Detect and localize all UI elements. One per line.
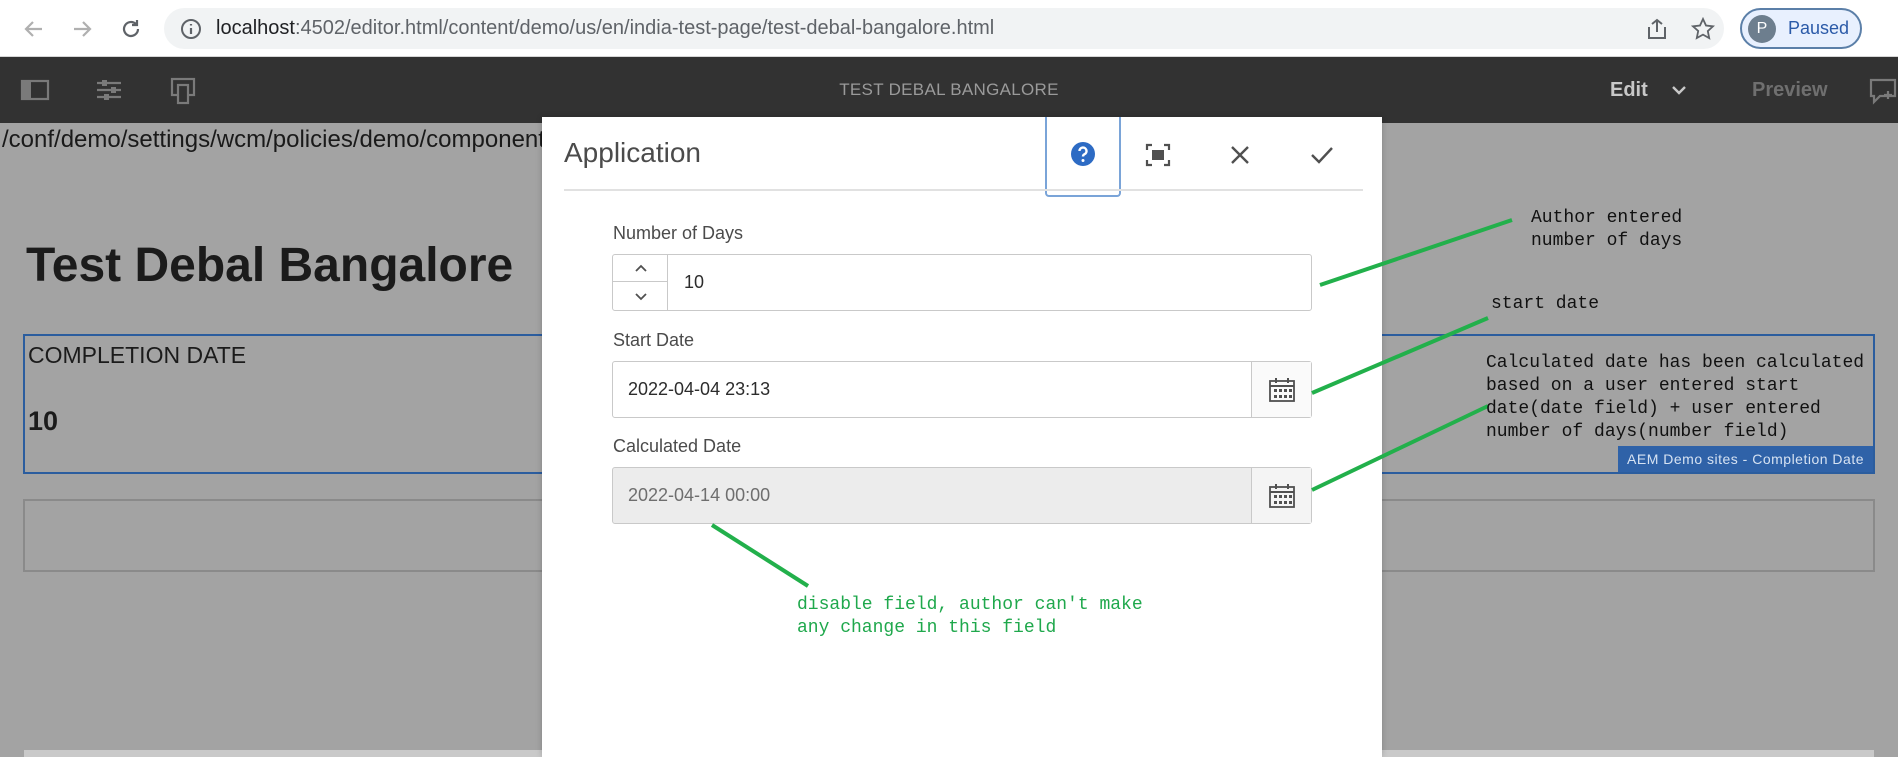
start-date-calendar-button[interactable] — [1251, 362, 1311, 417]
start-date-label: Start Date — [613, 330, 695, 350]
url-text[interactable]: localhost:4502/editor.html/content/demo/… — [216, 8, 994, 49]
annotation-calculated: Calculated date has been calculated base… — [1486, 353, 1865, 442]
address-bar[interactable]: localhost:4502/editor.html/content/demo/… — [164, 8, 1724, 49]
policy-path-text: /conf/demo/settings/wcm/policies/demo/co… — [2, 126, 545, 153]
days-number-field[interactable]: 10 — [612, 254, 1312, 311]
calculated-date-field: 2022-04-14 00:00 — [612, 467, 1312, 524]
editor-toolbar: TEST DEBAL BANGALORE Edit Preview — [0, 57, 1898, 123]
annotation-start-date: start date — [1491, 294, 1600, 314]
side-panel-icon[interactable] — [20, 77, 50, 103]
fullscreen-icon — [1145, 143, 1171, 172]
info-icon[interactable] — [180, 18, 202, 45]
days-stepper[interactable] — [613, 255, 668, 310]
avatar: P — [1748, 15, 1776, 43]
start-date-input[interactable]: 2022-04-04 23:13 — [628, 362, 770, 417]
calendar-icon — [1268, 377, 1295, 402]
days-input[interactable]: 10 — [684, 255, 704, 310]
annotation-days: Author entered number of days — [1531, 208, 1683, 251]
chevron-down-icon — [634, 292, 647, 300]
dialog-divider — [564, 189, 1363, 191]
profile-button[interactable]: P Paused — [1740, 8, 1862, 49]
edit-mode-button[interactable]: Edit — [1610, 57, 1648, 123]
component-dialog: Application Number of Days 10 Start Date… — [542, 117, 1382, 757]
component-label: COMPLETION DATE — [28, 342, 247, 368]
chevron-down-icon[interactable] — [1670, 81, 1688, 104]
forward-arrow-icon[interactable] — [65, 12, 99, 46]
component-badge: AEM Demo sites - Completion Date — [1618, 446, 1873, 472]
calculated-date-label: Calculated Date — [613, 436, 742, 456]
component-value: 10 — [28, 406, 59, 436]
emulator-icon[interactable] — [168, 77, 198, 105]
decrement-button[interactable] — [613, 283, 668, 310]
close-icon — [1229, 144, 1251, 171]
check-icon — [1310, 145, 1334, 170]
done-button[interactable] — [1292, 127, 1352, 187]
calendar-icon — [1268, 483, 1295, 508]
profile-status: Paused — [1788, 18, 1850, 38]
back-arrow-icon[interactable] — [17, 12, 51, 46]
page-heading: Test Debal Bangalore — [26, 239, 514, 292]
preview-button[interactable]: Preview — [1752, 57, 1828, 123]
calculated-date-calendar-button — [1251, 468, 1311, 523]
calculated-date-input: 2022-04-14 00:00 — [628, 485, 771, 505]
days-label: Number of Days — [613, 223, 744, 243]
fullscreen-button[interactable] — [1128, 127, 1188, 187]
page-properties-icon[interactable] — [94, 77, 124, 103]
annotation-disabled: disable field, author can't make any cha… — [797, 595, 1143, 638]
reload-icon[interactable] — [114, 12, 148, 46]
close-button[interactable] — [1210, 127, 1270, 187]
start-date-field[interactable]: 2022-04-04 23:13 — [612, 361, 1312, 418]
annotate-icon[interactable] — [1868, 77, 1898, 110]
increment-button[interactable] — [613, 255, 668, 282]
browser-toolbar: localhost:4502/editor.html/content/demo/… — [0, 0, 1898, 57]
share-icon[interactable] — [1645, 18, 1669, 45]
chevron-up-icon — [634, 264, 647, 272]
help-button[interactable] — [1045, 117, 1121, 197]
dialog-title: Application — [564, 137, 701, 168]
star-icon[interactable] — [1690, 16, 1716, 46]
help-icon — [1070, 141, 1096, 172]
